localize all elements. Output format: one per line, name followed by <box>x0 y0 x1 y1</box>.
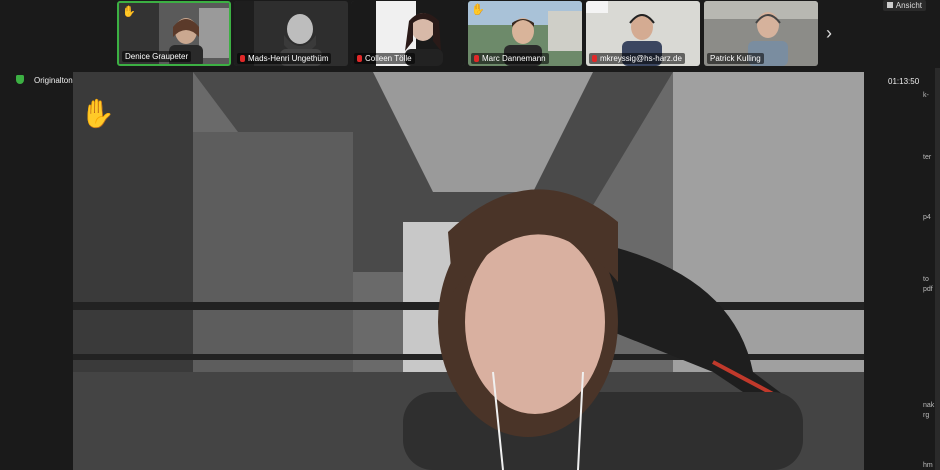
chat-fragment: rg <box>923 412 930 419</box>
active-speaker-video <box>73 72 864 470</box>
participant-tile-mads[interactable]: Mads-Henri Ungethüm <box>234 1 348 66</box>
chat-fragment: p4 <box>923 214 931 221</box>
mic-muted-icon <box>357 55 362 62</box>
chat-fragment: ter <box>923 154 932 161</box>
mic-muted-icon <box>592 55 597 62</box>
chat-fragment: nak <box>923 402 935 409</box>
participant-tile-colleen[interactable]: Colleen Tölle <box>351 1 465 66</box>
participant-name: mkreyssig@hs-harz.de <box>589 53 685 64</box>
speaker-video-frame <box>73 72 864 470</box>
mic-muted-icon <box>474 55 479 62</box>
view-button[interactable]: Ansicht <box>882 0 926 11</box>
shield-icon <box>16 75 24 84</box>
participant-tile-marc[interactable]: ✋ Marc Dannemann <box>468 1 582 66</box>
participant-tile-patrick[interactable]: Patrick Kulling <box>704 1 818 66</box>
chat-fragment: pdf <box>923 286 933 293</box>
participant-tile-denice[interactable]: ✋ Denice Graupeter <box>117 1 231 66</box>
meeting-timer: 01:13:50 <box>888 77 920 86</box>
participant-name: Denice Graupeter <box>122 51 192 62</box>
participant-name: Colleen Tölle <box>354 53 415 64</box>
chat-fragment: hm <box>923 462 933 469</box>
mic-muted-icon <box>240 55 245 62</box>
participant-strip: ✋ Denice Graupeter ✋ Mads-Henri Ungethüm… <box>0 0 940 68</box>
chevron-right-icon[interactable]: › <box>826 23 832 44</box>
participant-name: Marc Dannemann <box>471 53 549 64</box>
raised-hand-icon: ✋ <box>122 6 136 18</box>
chat-fragment: k- <box>923 92 929 99</box>
raised-hand-icon: ✋ <box>471 4 485 16</box>
participant-tile-mkreyssig[interactable]: mkreyssig@hs-harz.de <box>586 1 700 66</box>
chat-fragment: to <box>923 276 929 283</box>
participant-name: Patrick Kulling <box>707 53 764 64</box>
grid-view-icon <box>886 2 893 8</box>
raised-hand-icon: ✋ <box>80 98 115 129</box>
participant-name: Mads-Henri Ungethüm <box>237 53 332 64</box>
side-panel-scrollbar[interactable] <box>935 68 940 470</box>
